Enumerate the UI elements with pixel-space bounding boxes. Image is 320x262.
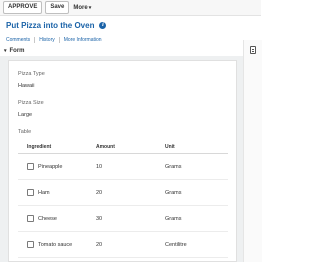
approve-button[interactable]: APPROVE xyxy=(3,1,43,14)
pizza-type-label: Pizza Type xyxy=(18,71,45,77)
row-checkbox[interactable] xyxy=(27,189,34,196)
unit-cell: Grams xyxy=(165,215,182,222)
link-divider xyxy=(34,37,36,43)
chevron-down-icon: ▾ xyxy=(88,4,92,11)
table-row: Ham 20 Grams xyxy=(18,180,228,206)
pizza-size-label: Pizza Size xyxy=(18,100,44,106)
row-checkbox[interactable] xyxy=(27,163,34,170)
page-title-row: Put Pizza into the Oven i xyxy=(6,21,107,30)
tab-links: Comments History More Information xyxy=(6,37,102,43)
document-icon[interactable] xyxy=(250,46,256,54)
ingredient-text: Cheese xyxy=(38,215,57,222)
info-icon[interactable]: i xyxy=(99,22,107,29)
form-card: Pizza Type Hawaii Pizza Size Large Table… xyxy=(8,60,237,262)
amount-cell: 20 xyxy=(96,189,103,196)
page-title: Put Pizza into the Oven xyxy=(6,21,95,30)
row-checkbox[interactable] xyxy=(27,241,34,248)
comments-link[interactable]: Comments xyxy=(6,37,30,43)
ingredient-text: Ham xyxy=(38,189,50,196)
ingredient-text: Pineapple xyxy=(38,163,63,170)
chevron-down-icon: ▾ xyxy=(4,48,7,54)
ingredient-cell: Cheese xyxy=(27,215,96,222)
table-label: Table xyxy=(18,129,32,135)
ingredient-cell: Tomato sauce xyxy=(27,241,96,248)
ingredient-cell: Pineapple xyxy=(27,163,96,170)
unit-cell: Centilitre xyxy=(165,241,187,248)
history-link[interactable]: History xyxy=(39,37,55,43)
column-header-ingredient: Ingredient xyxy=(27,144,52,150)
form-panel: Pizza Type Hawaii Pizza Size Large Table… xyxy=(0,56,243,262)
amount-cell: 20 xyxy=(96,241,103,248)
table-row: Tomato sauce 20 Centilitre xyxy=(18,232,228,258)
amount-cell: 10 xyxy=(96,163,103,170)
unit-cell: Grams xyxy=(165,163,182,170)
form-section-label: Form xyxy=(9,48,25,54)
row-checkbox[interactable] xyxy=(27,215,34,222)
save-button[interactable]: Save xyxy=(45,1,70,14)
table-row: Pineapple 10 Grams xyxy=(18,154,228,180)
column-header-unit: Unit xyxy=(165,144,175,150)
ingredient-text: Tomato sauce xyxy=(38,241,73,248)
table-header-row: Ingredient Amount Unit xyxy=(18,141,228,154)
amount-cell: 30 xyxy=(96,215,103,222)
ingredients-table: Ingredient Amount Unit Pineapple 10 Gram… xyxy=(18,141,228,258)
more-information-link[interactable]: More Information xyxy=(64,37,102,43)
more-menu-button[interactable]: More▾ xyxy=(73,5,91,11)
side-panel xyxy=(243,40,262,262)
table-row: Cheese 30 Grams xyxy=(18,206,228,232)
pizza-size-value: Large xyxy=(18,112,33,118)
more-label: More xyxy=(73,4,88,11)
link-divider xyxy=(58,37,60,43)
form-section-header[interactable]: ▾ Form xyxy=(4,48,25,54)
toolbar: APPROVE Save More▾ xyxy=(0,0,261,16)
pizza-type-value: Hawaii xyxy=(18,83,35,89)
column-header-amount: Amount xyxy=(96,144,115,150)
ingredient-cell: Ham xyxy=(27,189,96,196)
unit-cell: Grams xyxy=(165,189,182,196)
